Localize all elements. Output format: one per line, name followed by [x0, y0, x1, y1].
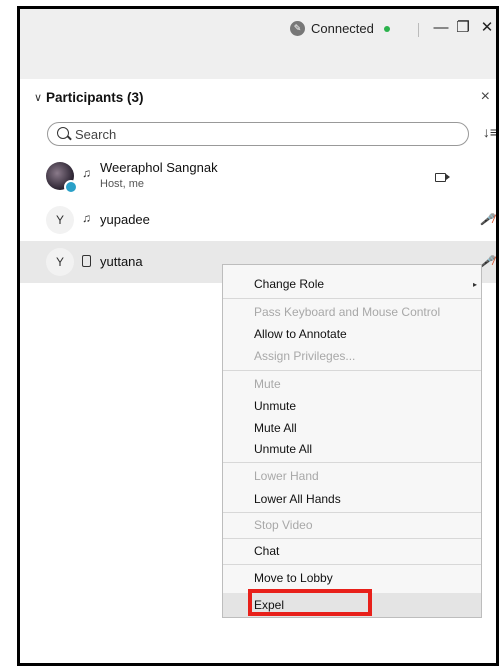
menu-divider [223, 538, 481, 539]
minimize-icon[interactable]: — [430, 16, 452, 38]
muted-mic-icon[interactable]: 🎤̸ [480, 213, 494, 226]
menu-divider [223, 370, 481, 371]
collapse-chevron-icon[interactable]: ∨ [34, 91, 42, 104]
menu-item-mute-all[interactable]: Mute All [254, 421, 297, 435]
status-dot-icon [383, 25, 390, 32]
menu-item-move-to-lobby[interactable]: Move to Lobby [254, 571, 333, 585]
menu-item-chat[interactable]: Chat [254, 544, 279, 558]
menu-item-mute[interactable]: Mute [254, 377, 281, 391]
menu-divider [223, 298, 481, 299]
participant-name: Weeraphol Sangnak [100, 160, 218, 175]
close-panel-icon[interactable]: × [481, 88, 490, 106]
participant-name: yupadee [100, 212, 150, 227]
connection-status[interactable]: ✎ Connected [290, 21, 390, 36]
avatar: Y [46, 248, 74, 276]
menu-item-pass-keyboard[interactable]: Pass Keyboard and Mouse Control [254, 305, 440, 319]
menu-item-lower-all-hands[interactable]: Lower All Hands [254, 492, 341, 506]
participant-context-menu: Change Role ▸ Pass Keyboard and Mouse Co… [222, 264, 482, 618]
menu-item-lower-hand[interactable]: Lower Hand [254, 469, 319, 483]
menu-item-unmute[interactable]: Unmute [254, 399, 296, 413]
sort-icon[interactable]: ↓≡ [483, 124, 496, 140]
connection-icon: ✎ [290, 21, 305, 36]
close-icon[interactable]: ✕ [476, 16, 496, 38]
title-bar: ✎ Connected — ❐ ✕ [20, 9, 496, 79]
phone-device-icon [82, 255, 91, 267]
menu-divider [223, 512, 481, 513]
expel-highlight-box [248, 589, 372, 616]
submenu-arrow-icon: ▸ [472, 280, 477, 289]
search-input[interactable]: Search [47, 122, 469, 146]
participant-name: yuttana [100, 254, 143, 269]
participant-row[interactable]: ♫ Weeraphol Sangnak Host, me [20, 155, 496, 197]
menu-item-change-role[interactable]: Change Role [254, 277, 324, 291]
search-placeholder: Search [75, 127, 117, 142]
menu-item-allow-annotate[interactable]: Allow to Annotate [254, 327, 347, 341]
search-icon [57, 127, 69, 139]
restore-icon[interactable]: ❐ [452, 16, 474, 38]
menu-item-stop-video[interactable]: Stop Video [254, 518, 313, 532]
participants-title[interactable]: Participants (3) [46, 90, 144, 105]
connection-status-label: Connected [311, 21, 374, 36]
menu-divider [223, 564, 481, 565]
menu-divider [223, 462, 481, 463]
titlebar-divider [418, 23, 419, 37]
participant-row[interactable]: Y ♫ yupadee 🎤̸ [20, 199, 496, 241]
video-camera-icon[interactable] [435, 173, 450, 182]
menu-item-assign-privileges[interactable]: Assign Privileges... [254, 349, 355, 363]
headset-icon: ♫ [82, 166, 91, 180]
headset-icon: ♫ [82, 211, 91, 225]
participant-role: Host, me [100, 178, 145, 190]
avatar: Y [46, 206, 74, 234]
participants-header: ∨ Participants (3) × [20, 79, 496, 119]
muted-mic-icon[interactable]: 🎤̸ [480, 255, 494, 268]
menu-item-unmute-all[interactable]: Unmute All [254, 442, 312, 456]
presence-icon [64, 180, 78, 194]
